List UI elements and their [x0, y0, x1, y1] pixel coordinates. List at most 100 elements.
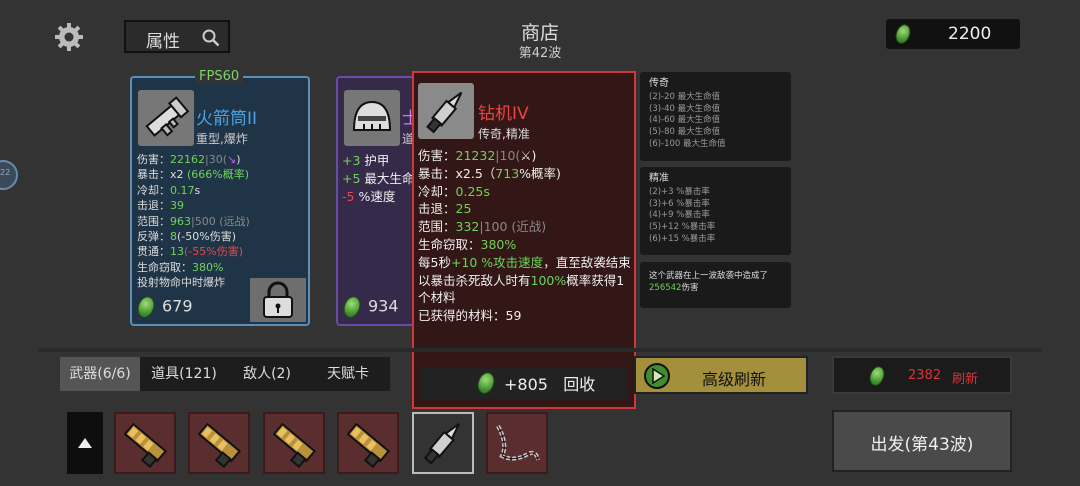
refresh-button[interactable]: 2382 刷新 [832, 356, 1012, 394]
item-tags: 重型,爆炸 [196, 132, 248, 146]
inventory-slot-chain-whip[interactable] [486, 412, 548, 474]
search-icon [202, 29, 220, 47]
expand-inventory-button[interactable] [67, 412, 103, 474]
arrow-up-icon [78, 438, 92, 448]
stat-range: 范围：332|100 (近战) [418, 219, 547, 235]
tab-talent-cards[interactable]: 天赋卡 [306, 357, 390, 391]
material-gem-icon [134, 293, 158, 321]
fps-counter: FPS60 [195, 69, 244, 84]
set-bonus-line: (5)-80 最大生命值 [649, 127, 721, 138]
tab-items[interactable]: 道具(121) [140, 357, 228, 391]
weapon-stats: 伤害：21232|10(⚔) 暴击：x2.5（713%概率) 冷却：0.25s … [418, 147, 634, 325]
drill-icon [423, 423, 460, 465]
recycle-button[interactable]: +805 回收 [420, 367, 628, 399]
stat-special: 投射物命中时爆炸 [137, 276, 225, 290]
rocket-launcher-icon [138, 90, 194, 146]
stat-materials-gained: 已获得的材料：59 [418, 308, 522, 324]
start-next-wave-button[interactable]: 出发(第43波) [832, 410, 1012, 472]
chain-whip-icon [496, 425, 540, 461]
inventory-slot-rocket-launcher[interactable] [337, 412, 399, 474]
stat-effect-attack-speed: 每5秒+10 %攻击速度，直至敌袭结束 [418, 254, 631, 270]
stat-pierce: 贯通：13(-55%伤害) [137, 245, 244, 259]
item-stats: +3 护甲 +5 最大生命 -5 %速度 [342, 152, 414, 206]
side-badge[interactable]: 22 [0, 160, 18, 190]
set-bonus-precise: 精准 (2)+3 %暴击率 (3)+6 %暴击率 (4)+9 %暴击率 (5)+… [640, 167, 791, 255]
tab-weapons[interactable]: 武器(6/6) [60, 357, 140, 391]
stat-cooldown: 冷却：0.25s [418, 183, 490, 199]
wave-number: 第42波 [518, 46, 562, 61]
settings-gear-icon[interactable] [54, 22, 84, 52]
rocket-launcher-icon [272, 422, 316, 469]
stat-bounce: 反弹：8(-50%伤害) [137, 230, 237, 244]
stat-effect-material: 以暴击杀死敌人时有100%概率获得1个材料 [418, 272, 625, 306]
set-bonus-line: (3)-40 最大生命值 [649, 103, 721, 114]
item-price: 679 [134, 293, 193, 321]
set-bonus-line: (2)+3 %暴击率 [649, 186, 710, 197]
set-bonus-line: (5)+12 %暴击率 [649, 222, 716, 233]
advanced-refresh-label: 高级刷新 [702, 370, 767, 389]
inventory-slot-rocket-launcher[interactable] [263, 412, 325, 474]
shop-item-helmet[interactable]: 士 道 +3 护甲 +5 最大生命 -5 %速度 934 [336, 76, 419, 326]
lock-icon [263, 281, 293, 318]
side-badge-text: 22 [0, 168, 11, 177]
set-bonus-line: (6)-100 最大生命值 [649, 138, 726, 149]
weapon-name: 钻机IV [478, 104, 529, 124]
weapon-detail-tooltip: 钻机IV 传奇,精准 伤害：21232|10(⚔) 暴击：x2.5（713%概率… [412, 71, 636, 409]
category-tabs: 武器(6/6) 道具(121) 敌人(2) 天赋卡 [60, 357, 390, 391]
rocket-launcher-icon [123, 422, 167, 469]
stat-crit: 暴击：x2 (666%概率) [137, 168, 250, 182]
divider [38, 348, 1042, 352]
set-bonus-title: 精准 [649, 173, 669, 184]
lock-button[interactable] [250, 278, 306, 322]
refresh-cost: 2382 [908, 368, 942, 383]
material-gem-icon [867, 364, 887, 388]
helmet-icon [344, 90, 400, 146]
stat-damage: 伤害：21232|10(⚔) [418, 148, 537, 163]
item-stats: 伤害：22162|30(↘) 暴击：x2 (666%概率) 冷却：0.17s 击… [137, 152, 250, 291]
set-bonus-title: 传奇 [649, 78, 669, 89]
stat-lifesteal: 生命窃取：380% [137, 260, 224, 274]
inventory-slot-drill[interactable] [412, 412, 474, 474]
damage-value: 256542 [649, 282, 682, 293]
set-bonus-line: (2)-20 最大生命值 [649, 91, 721, 102]
inventory-slot-rocket-launcher[interactable] [114, 412, 176, 474]
set-bonus-legendary: 传奇 (2)-20 最大生命值 (3)-40 最大生命值 (4)-60 最大生命… [640, 72, 791, 161]
rocket-launcher-icon [346, 422, 390, 469]
stat-armor: +3 护甲 [342, 153, 390, 168]
material-gem-icon [340, 293, 364, 321]
stat-max-hp: +5 最大生命 [342, 171, 415, 186]
item-name: 火箭筒II [196, 109, 258, 129]
tab-enemies[interactable]: 敌人(2) [228, 357, 306, 391]
recycle-value: +805 [504, 375, 548, 394]
material-gem-icon [893, 22, 913, 46]
materials-counter: 2200 [886, 19, 1020, 49]
stat-range: 范围：963|500 (远战) [137, 214, 250, 228]
last-wave-damage-panel: 这个武器在上一波敌袭中造成了256542伤害 [640, 262, 791, 308]
stat-lifesteal: 生命窃取：380% [418, 236, 517, 252]
inventory-slot-rocket-launcher[interactable] [188, 412, 250, 474]
stat-speed: -5 %速度 [342, 189, 396, 204]
rocket-launcher-icon [197, 422, 241, 469]
stat-cooldown: 冷却：0.17s [137, 183, 201, 197]
stat-crit: 暴击：x2.5（713%概率) [418, 165, 561, 181]
recycle-label: 回收 [563, 375, 596, 394]
set-bonus-line: (3)+6 %暴击率 [649, 198, 710, 209]
set-bonus-line: (4)-60 最大生命值 [649, 115, 721, 126]
advanced-refresh-button[interactable]: 高级刷新 [634, 356, 808, 394]
start-next-wave-label: 出发(第43波) [870, 435, 974, 455]
refresh-label: 刷新 [952, 372, 979, 387]
attribute-filter-button[interactable]: 属性 [124, 20, 230, 53]
crit-icon: ⚔ [520, 148, 532, 163]
stat-damage: 伤害：22162|30(↘) [137, 153, 241, 166]
material-gem-icon [474, 369, 498, 397]
shop-item-rocket-launcher[interactable]: 火箭筒II 重型,爆炸 伤害：22162|30(↘) 暴击：x2 (666%概率… [130, 76, 310, 326]
stat-knockback: 击退：25 [418, 201, 472, 217]
shop-title: 商店 [520, 22, 559, 44]
weapon-tags: 传奇,精准 [478, 127, 530, 141]
stat-knockback: 击退：39 [137, 199, 184, 213]
play-icon [644, 363, 670, 389]
set-bonus-line: (6)+15 %暴击率 [649, 233, 716, 244]
set-bonus-line: (4)+9 %暴击率 [649, 210, 710, 221]
attribute-filter-label: 属性 [146, 32, 180, 52]
materials-value: 2200 [948, 24, 992, 44]
